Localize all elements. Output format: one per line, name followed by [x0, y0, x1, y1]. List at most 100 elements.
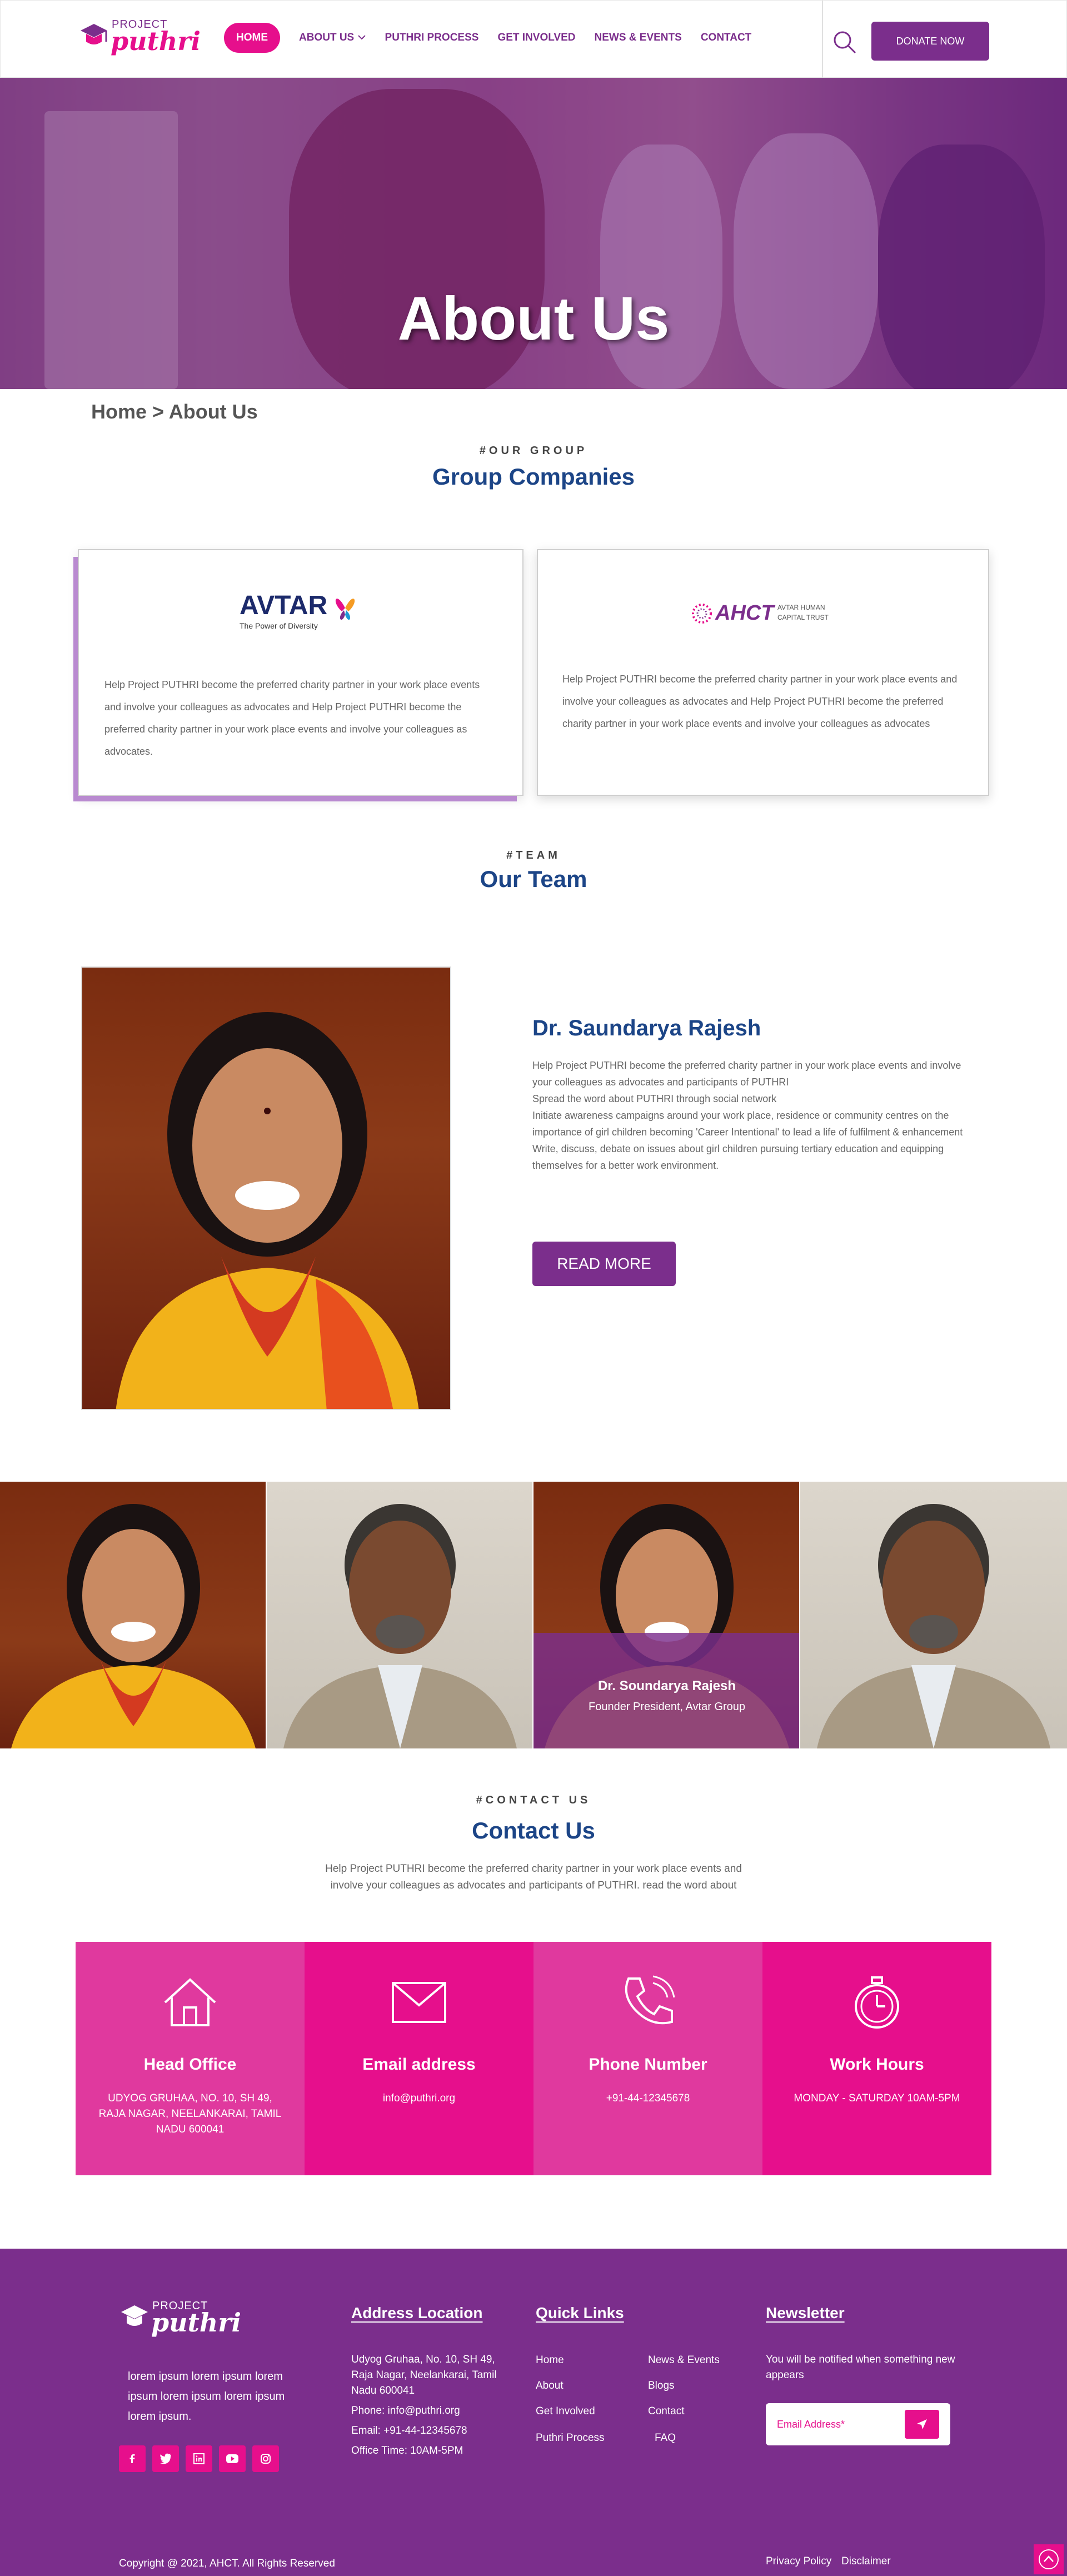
contact-box-work-hours: Work Hours MONDAY - SATURDAY 10AM-5PM — [762, 1942, 991, 2175]
donate-now-button[interactable]: DONATE NOW — [871, 22, 989, 61]
contact-box-body[interactable]: +91-44-12345678 — [556, 2091, 740, 2106]
nav-contact[interactable]: CONTACT — [701, 32, 751, 44]
ahct-tagline: AVTAR HUMAN CAPITAL TRUST — [777, 604, 829, 621]
linkedin-icon[interactable] — [186, 2445, 212, 2472]
contact-box-body: UDYOG GRUHAA, NO. 10, SH 49, RAJA NAGAR,… — [98, 2092, 282, 2135]
newsletter-submit-button[interactable] — [905, 2410, 939, 2439]
ahct-logo-text: AHCT — [715, 601, 774, 625]
bio-line: Initiate awareness campaigns around your… — [532, 1110, 963, 1138]
stopwatch-icon — [855, 1976, 899, 2029]
newsletter-email-input[interactable] — [777, 2415, 899, 2433]
nav-about-us[interactable]: ABOUT US — [299, 32, 366, 44]
team-gallery: Dr. Soundarya Rajesh Founder President, … — [0, 1482, 1067, 1748]
footer-email: Email: +91-44-12345678 — [351, 2425, 467, 2437]
contact-box-body: MONDAY - SATURDAY 10AM-5PM — [794, 2092, 960, 2104]
contact-box-title: Phone Number — [589, 2055, 707, 2074]
nav-home[interactable]: HOME — [224, 23, 280, 53]
breadcrumb: Home > About Us — [91, 400, 258, 423]
contact-box-email: Email address info@puthri.org — [305, 1942, 534, 2175]
footer-link-news-events[interactable]: News & Events — [648, 2354, 720, 2366]
phone-icon — [625, 1975, 675, 2025]
hero-banner: About Us — [0, 78, 1067, 389]
bio-line: Help Project PUTHRI become the preferred… — [532, 1060, 961, 1088]
gallery-caption: Dr. Soundarya Rajesh Founder President, … — [534, 1633, 799, 1748]
main-nav: HOME ABOUT US PUTHRI PROCESS GET INVOLVE… — [224, 23, 751, 53]
top-navbar: PROJECT puthri HOME ABOUT US PUTHRI PROC… — [0, 0, 1067, 78]
caption-name: Dr. Soundarya Rajesh — [597, 1678, 736, 1693]
graduation-cap-icon — [81, 24, 107, 44]
caption-role: Founder President, Avtar Group — [588, 1701, 745, 1713]
footer-quick-links-title: Quick Links — [536, 2304, 624, 2321]
footer-link-get-involved[interactable]: Get Involved — [536, 2405, 595, 2418]
team-title: Our Team — [480, 866, 587, 892]
site-footer: PROJECT puthri lorem ipsum lorem ipsum l… — [0, 2249, 1067, 2576]
contact-box-title: Head Office — [143, 2055, 237, 2074]
copyright-text: Copyright @ 2021, AHCT. All Rights Reser… — [119, 2558, 335, 2569]
ahct-logo: AHCT AVTAR HUMAN CAPITAL TRUST — [538, 599, 988, 628]
footer-address: Udyog Gruhaa, No. 10, SH 49, Raja Nagar,… — [351, 2352, 507, 2463]
gallery-tile-active[interactable]: Dr. Soundarya Rajesh Founder President, … — [534, 1482, 800, 1748]
portrait-illustration — [11, 1504, 256, 1748]
footer-phone: Phone: info@puthri.org — [351, 2405, 460, 2416]
contact-box-body[interactable]: info@puthri.org — [327, 2091, 511, 2106]
site-logo[interactable]: PROJECT puthri — [78, 16, 201, 56]
gallery-tile[interactable] — [0, 1482, 267, 1748]
group-eyebrow: #OUR GROUP — [479, 445, 588, 457]
footer-link-faq[interactable]: FAQ — [655, 2432, 676, 2444]
footer-link-blogs[interactable]: Blogs — [648, 2380, 675, 2392]
newsletter-text: You will be notified when something new … — [766, 2354, 955, 2381]
nav-divider — [822, 1, 823, 78]
company-desc: Help Project PUTHRI become the preferred… — [104, 679, 480, 757]
group-title: Group Companies — [432, 464, 635, 490]
newsletter-form — [766, 2403, 950, 2445]
footer-logo-big: puthri — [151, 2308, 242, 2338]
youtube-icon[interactable] — [219, 2445, 246, 2472]
footer-newsletter-title: Newsletter — [766, 2304, 845, 2321]
twitter-icon[interactable] — [152, 2445, 179, 2472]
scroll-to-top-button[interactable] — [1034, 2544, 1064, 2574]
bio-line: Write, discuss, debate on issues about g… — [532, 1143, 944, 1171]
footer-link-puthri-process[interactable]: Puthri Process — [536, 2432, 605, 2444]
chevron-up-icon — [1039, 2549, 1059, 2569]
footer-address-title: Address Location — [351, 2304, 483, 2321]
nav-news-events[interactable]: NEWS & EVENTS — [595, 32, 682, 44]
nav-about-us-label: ABOUT US — [299, 32, 355, 43]
home-icon — [164, 1978, 216, 2026]
logo-text-puthri: puthri — [111, 26, 201, 56]
footer-link-home[interactable]: Home — [536, 2354, 564, 2366]
disclaimer-link[interactable]: Disclaimer — [841, 2555, 891, 2568]
team-member-bio: Help Project PUTHRI become the preferred… — [532, 1057, 977, 1174]
gallery-tile[interactable] — [800, 1482, 1067, 1748]
facebook-icon[interactable] — [119, 2445, 146, 2472]
footer-link-about[interactable]: About — [536, 2380, 564, 2392]
footer-link-contact[interactable]: Contact — [648, 2405, 684, 2418]
mail-icon — [392, 1982, 446, 2023]
contact-box-head-office: Head Office UDYOG GRUHAA, NO. 10, SH 49,… — [76, 1942, 305, 2175]
nav-puthri-process[interactable]: PUTHRI PROCESS — [385, 32, 479, 44]
footer-logo[interactable]: PROJECT puthri — [119, 2298, 241, 2338]
portrait-illustration — [116, 1012, 419, 1409]
nav-get-involved[interactable]: GET INVOLVED — [497, 32, 575, 44]
company-card-ahct[interactable]: AHCT AVTAR HUMAN CAPITAL TRUST Help Proj… — [537, 549, 989, 796]
graduation-cap-icon — [121, 2305, 148, 2326]
team-member-photo — [81, 966, 451, 1410]
footer-address-text: Udyog Gruhaa, No. 10, SH 49, Raja Nagar,… — [351, 2354, 497, 2396]
social-links — [119, 2445, 279, 2472]
dotted-circle-icon — [692, 604, 712, 624]
instagram-icon[interactable] — [252, 2445, 279, 2472]
butterfly-icon — [335, 599, 355, 620]
contact-box-title: Work Hours — [830, 2055, 924, 2074]
gallery-tile[interactable] — [267, 1482, 534, 1748]
avtar-tagline: The Power of Diversity — [240, 621, 318, 630]
privacy-policy-link[interactable]: Privacy Policy — [766, 2555, 831, 2568]
read-more-button[interactable]: READ MORE — [532, 1242, 676, 1286]
company-card-avtar[interactable]: AVTAR The Power of Diversity Help Projec… — [78, 549, 523, 796]
contact-box-phone: Phone Number +91-44-12345678 — [534, 1942, 762, 2175]
portrait-illustration — [283, 1504, 517, 1748]
contact-title: Contact Us — [472, 1817, 595, 1843]
portrait-illustration — [817, 1504, 1050, 1748]
avtar-logo-text: AVTAR — [240, 591, 328, 620]
bio-line: Spread the word about PUTHRI through soc… — [532, 1093, 777, 1104]
team-member-name: Dr. Saundarya Rajesh — [532, 1016, 761, 1040]
search-icon[interactable] — [832, 29, 857, 55]
